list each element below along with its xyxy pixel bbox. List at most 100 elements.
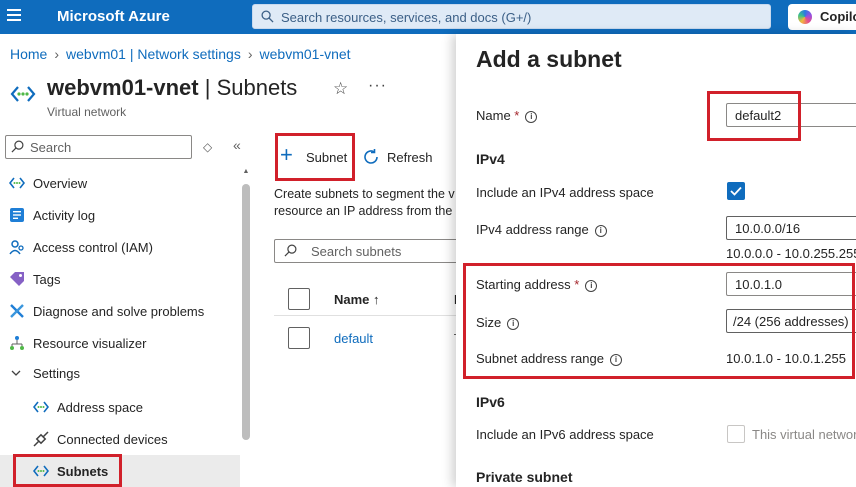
vnet-icon — [10, 86, 36, 102]
brand-title[interactable]: Microsoft Azure — [57, 8, 170, 25]
vnet-icon — [33, 465, 49, 477]
sidebar-item-resource-visualizer[interactable]: Resource visualizer — [0, 327, 240, 359]
size-label: Size i — [476, 315, 520, 330]
info-icon[interactable]: i — [507, 317, 520, 330]
sidebar-item-connected-devices[interactable]: Connected devices — [0, 423, 240, 455]
private-subnet-heading: Private subnet — [476, 469, 573, 485]
sidebar-item-address-space[interactable]: Address space — [0, 391, 240, 423]
copilot-label: Copilot — [820, 9, 856, 24]
global-search-input[interactable]: Search resources, services, and docs (G+… — [252, 4, 771, 29]
page-title: webvm01-vnet | Subnets — [47, 75, 297, 101]
sidebar-item-label: Subnets — [57, 464, 109, 479]
row-checkbox[interactable] — [288, 327, 310, 349]
required-mark: * — [570, 277, 580, 292]
page-name: Subnets — [216, 75, 298, 100]
vnet-icon — [33, 401, 49, 413]
sidebar-item-iam[interactable]: Access control (IAM) — [0, 231, 240, 263]
activity-log-icon — [10, 208, 24, 222]
subnet-range-label: Subnet address range i — [476, 351, 622, 366]
sidebar-search-placeholder: Search — [30, 140, 72, 155]
wrench-icon — [10, 304, 24, 318]
title-separator: | — [198, 75, 217, 100]
breadcrumb-home[interactable]: Home — [10, 46, 47, 62]
hamburger-menu-icon[interactable] — [7, 9, 21, 23]
ipv6-disabled-text: This virtual network — [752, 427, 856, 442]
ipv4-range-hint: 10.0.0.0 - 10.0.255.255 — [726, 246, 856, 261]
favorite-star-icon[interactable]: ☆ — [333, 79, 348, 99]
sidebar-item-label: Overview — [33, 176, 88, 191]
info-icon[interactable]: i — [609, 353, 622, 366]
sidebar-item-label: Resource visualizer — [33, 336, 147, 351]
sidebar-item-label: Address space — [57, 400, 143, 415]
name-label-text: Name — [476, 108, 511, 123]
sidebar-group-settings[interactable]: Settings — [0, 357, 240, 389]
resource-type: Virtual network — [47, 105, 127, 119]
subnet-name-link[interactable]: default — [334, 331, 373, 346]
breadcrumb-separator: › — [54, 46, 60, 62]
iam-icon — [9, 240, 24, 255]
subnet-range-value: 10.0.1.0 - 10.0.1.255 — [726, 351, 846, 366]
size-select[interactable]: /24 (256 addresses) — [726, 309, 856, 333]
sidebar-item-overview[interactable]: Overview — [0, 167, 240, 199]
name-label: Name * i — [476, 108, 538, 123]
tag-icon — [10, 272, 24, 286]
subnet-name-input[interactable]: default2 — [726, 103, 856, 127]
ipv4-range-label: IPv4 address range i — [476, 222, 607, 237]
global-search-placeholder: Search resources, services, and docs (G+… — [281, 10, 532, 25]
sidebar-search-input[interactable]: Search — [5, 135, 192, 159]
subnet-search-placeholder: Search subnets — [311, 244, 402, 259]
include-ipv4-label: Include an IPv4 address space — [476, 185, 654, 200]
search-icon — [11, 140, 24, 153]
search-icon — [284, 244, 297, 257]
sidebar-scrollbar[interactable] — [242, 184, 250, 440]
panel-title: Add a subnet — [476, 46, 622, 72]
include-ipv6-checkbox[interactable] — [727, 425, 745, 443]
plus-icon: + — [280, 142, 293, 167]
info-icon[interactable]: i — [594, 224, 607, 237]
scroll-up-arrow-icon[interactable]: ▲ — [242, 168, 250, 175]
collapse-sidebar-icon[interactable]: « — [233, 137, 241, 153]
resource-name: webvm01-vnet — [47, 75, 199, 100]
copilot-icon — [798, 10, 812, 24]
chevron-down-icon — [11, 370, 21, 376]
size-label-text: Size — [476, 315, 502, 330]
breadcrumb-vnet[interactable]: webvm01-vnet — [260, 46, 351, 62]
refresh-label: Refresh — [387, 150, 433, 165]
starting-address-label-text: Starting address — [476, 277, 571, 292]
ipv6-section-heading: IPv6 — [476, 394, 505, 410]
select-all-checkbox[interactable] — [288, 288, 310, 310]
column-name-header[interactable]: Name ↑ — [334, 292, 380, 307]
collapse-up-down-icon[interactable]: ◇ — [203, 140, 212, 154]
visualizer-icon — [10, 336, 24, 350]
vnet-icon — [9, 177, 25, 189]
sidebar-item-label: Connected devices — [57, 432, 168, 447]
info-icon[interactable]: i — [525, 110, 538, 123]
sidebar-item-tags[interactable]: Tags — [0, 263, 240, 295]
more-options-icon[interactable]: ··· — [368, 77, 387, 95]
subnets-description: Create subnets to segment the v resource… — [274, 186, 456, 220]
description-line: resource an IP address from the — [274, 204, 453, 218]
breadcrumb-separator: › — [247, 46, 253, 62]
ipv4-section-heading: IPv4 — [476, 151, 505, 167]
table-header: Name ↑ I — [274, 284, 458, 316]
add-subnet-panel: Add a subnet Name * i default2 IPv4 Inclu… — [456, 34, 856, 487]
plug-icon — [33, 431, 49, 447]
starting-address-label: Starting address * i — [476, 277, 598, 292]
breadcrumb-network-settings[interactable]: webvm01 | Network settings — [66, 46, 241, 62]
breadcrumb: Home › webvm01 | Network settings › webvm01-… — [10, 46, 351, 62]
subnet-search-input[interactable]: Search subnets — [274, 239, 464, 263]
sidebar-item-label: Tags — [33, 272, 61, 287]
starting-address-input[interactable]: 10.0.1.0 — [726, 272, 856, 296]
sidebar-item-label: Diagnose and solve problems — [33, 304, 205, 319]
sidebar-item-subnets[interactable]: Subnets — [0, 455, 240, 487]
description-line: Create subnets to segment the v — [274, 187, 455, 201]
sidebar-item-diagnose[interactable]: Diagnose and solve problems — [0, 295, 240, 327]
sidebar-item-label: Settings — [33, 366, 80, 381]
include-ipv4-checkbox[interactable] — [727, 182, 745, 200]
copilot-button[interactable]: Copilot — [788, 4, 856, 30]
ipv4-range-label-text: IPv4 address range — [476, 222, 589, 237]
sidebar-item-label: Access control (IAM) — [33, 240, 153, 255]
ipv4-range-select[interactable]: 10.0.0.0/16 — [726, 216, 856, 240]
info-icon[interactable]: i — [585, 279, 598, 292]
sidebar-item-activity-log[interactable]: Activity log — [0, 199, 240, 231]
